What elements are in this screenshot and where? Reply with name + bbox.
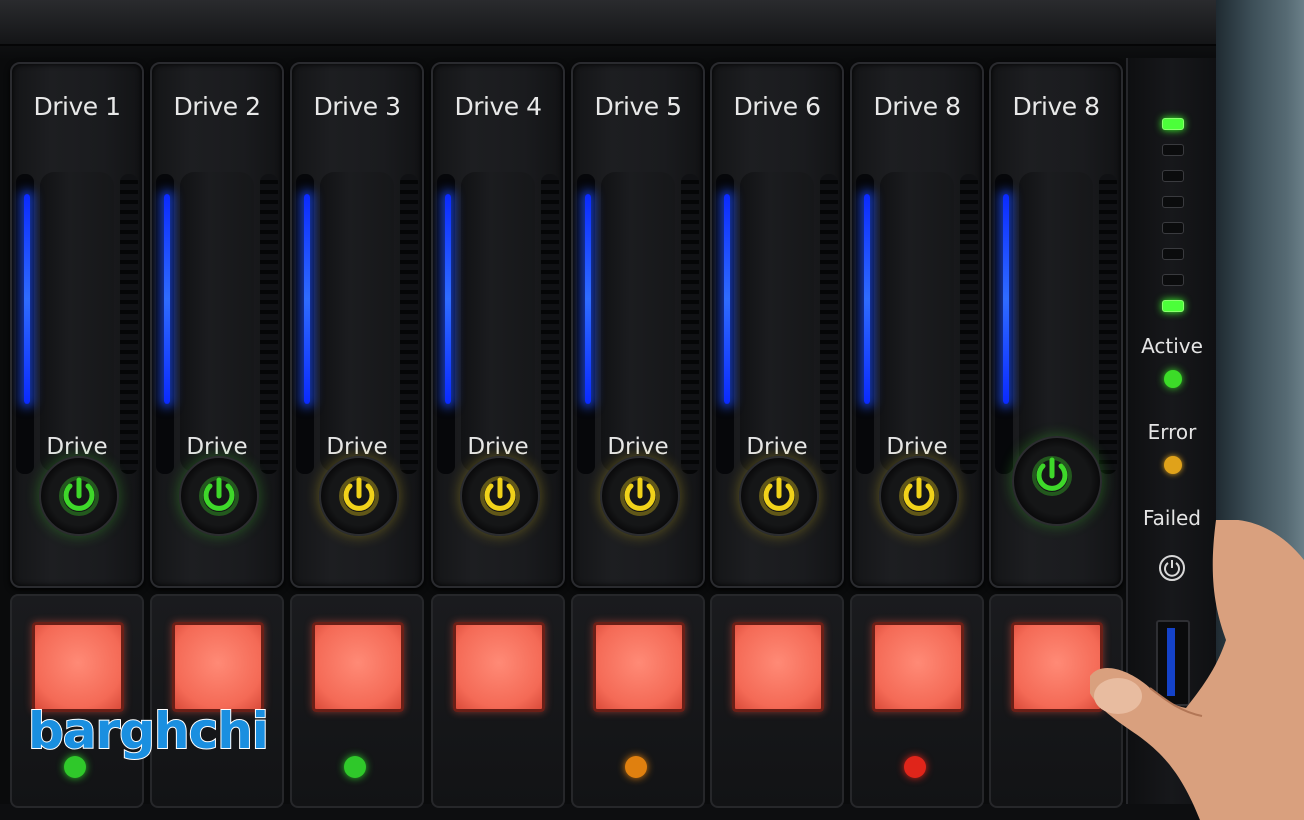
led-segment xyxy=(1162,222,1184,234)
drive-bay-8[interactable]: Drive 8 xyxy=(989,62,1123,588)
drive-tray-3 xyxy=(290,594,424,808)
chassis-top-rail xyxy=(0,0,1216,46)
bay-vent xyxy=(400,174,418,474)
bay-vent xyxy=(960,174,978,474)
power-button[interactable] xyxy=(460,456,540,536)
activity-led-stack xyxy=(1162,118,1184,326)
status-indicator-led xyxy=(625,756,647,778)
led-segment xyxy=(1162,196,1184,208)
drive-bay-5[interactable]: Drive 5 Drive xyxy=(571,62,705,588)
drive-bay-label: Drive 3 xyxy=(313,92,401,121)
activity-light-strip xyxy=(724,194,730,404)
bay-handle[interactable] xyxy=(601,172,675,472)
power-icon xyxy=(59,476,99,516)
bay-vent xyxy=(260,174,278,474)
power-button[interactable] xyxy=(179,456,259,536)
power-button[interactable] xyxy=(879,456,959,536)
bay-handle[interactable] xyxy=(320,172,394,472)
drive-bay-label: Drive 1 xyxy=(33,92,121,121)
bay-vent xyxy=(541,174,559,474)
drive-bay-2[interactable]: Drive 2 Drive xyxy=(150,62,284,588)
activity-light-strip xyxy=(864,194,870,404)
drive-bay-6[interactable]: Drive 6 Drive xyxy=(710,62,844,588)
drive-bay-7[interactable]: Drive 8 Drive xyxy=(850,62,984,588)
watermark-logo: barghchi xyxy=(27,701,270,761)
drive-bay-1[interactable]: Drive 1 Drive xyxy=(10,62,144,588)
status-indicator-led xyxy=(344,756,366,778)
release-button[interactable] xyxy=(872,622,964,712)
power-button[interactable] xyxy=(739,456,819,536)
drive-bay-label: Drive 4 xyxy=(454,92,542,121)
power-icon xyxy=(759,476,799,516)
power-icon xyxy=(899,476,939,516)
drive-bay-label: Drive 6 xyxy=(733,92,821,121)
active-label: Active xyxy=(1141,334,1203,358)
bay-handle[interactable] xyxy=(1019,172,1093,472)
activity-light-strip xyxy=(24,194,30,404)
drive-tray-4 xyxy=(431,594,565,808)
status-indicator-led xyxy=(904,756,926,778)
error-label: Error xyxy=(1147,420,1197,444)
power-icon xyxy=(480,476,520,516)
drive-bay-label: Drive 2 xyxy=(173,92,261,121)
release-button[interactable] xyxy=(593,622,685,712)
led-segment xyxy=(1162,144,1184,156)
bay-handle[interactable] xyxy=(880,172,954,472)
activity-light-strip xyxy=(1003,194,1009,404)
bay-vent xyxy=(820,174,838,474)
release-button[interactable] xyxy=(312,622,404,712)
activity-light-strip xyxy=(164,194,170,404)
power-button[interactable] xyxy=(319,456,399,536)
drive-tray-2 xyxy=(150,594,284,808)
hand-image xyxy=(1090,520,1304,820)
activity-light-strip xyxy=(304,194,310,404)
bay-handle[interactable] xyxy=(40,172,114,472)
led-segment xyxy=(1162,274,1184,286)
power-icon xyxy=(199,476,239,516)
led-segment xyxy=(1162,170,1184,182)
led-segment xyxy=(1162,300,1184,312)
drive-tray-5 xyxy=(571,594,705,808)
power-button[interactable] xyxy=(600,456,680,536)
drive-bay-3[interactable]: Drive 3 Drive xyxy=(290,62,424,588)
drive-bay-4[interactable]: Drive 4 Drive xyxy=(431,62,565,588)
bay-handle[interactable] xyxy=(740,172,814,472)
bay-vent xyxy=(1099,174,1117,474)
drive-tray-6 xyxy=(710,594,844,808)
release-button[interactable] xyxy=(732,622,824,712)
bay-handle[interactable] xyxy=(461,172,535,472)
drive-tray-7 xyxy=(850,594,984,808)
release-button[interactable] xyxy=(453,622,545,712)
activity-light-strip xyxy=(445,194,451,404)
drive-bay-label: Drive 5 xyxy=(594,92,682,121)
power-icon xyxy=(620,476,660,516)
power-icon xyxy=(1032,456,1072,496)
bay-handle[interactable] xyxy=(180,172,254,472)
drive-bay-label: Drive 8 xyxy=(1012,92,1100,121)
drive-bay-label: Drive 8 xyxy=(873,92,961,121)
power-icon xyxy=(339,476,379,516)
release-button[interactable] xyxy=(172,622,264,712)
error-led xyxy=(1164,456,1182,474)
bay-vent xyxy=(120,174,138,474)
activity-light-strip xyxy=(585,194,591,404)
drive-tray-1 xyxy=(10,594,144,808)
release-button[interactable] xyxy=(32,622,124,712)
power-button[interactable] xyxy=(1012,436,1102,526)
led-segment xyxy=(1162,118,1184,130)
bay-vent xyxy=(681,174,699,474)
power-button[interactable] xyxy=(39,456,119,536)
active-led xyxy=(1164,370,1182,388)
led-segment xyxy=(1162,248,1184,260)
